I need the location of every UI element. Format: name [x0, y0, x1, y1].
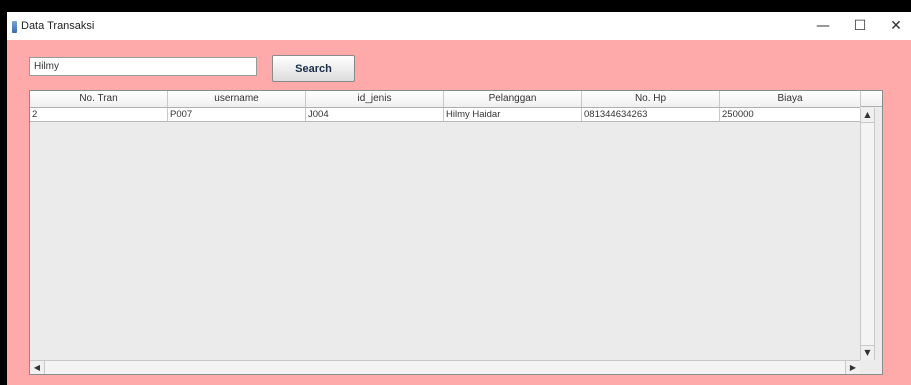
- cell-username[interactable]: P007: [168, 108, 306, 121]
- maximize-button[interactable]: ☐: [849, 18, 871, 34]
- column-header-username[interactable]: username: [168, 91, 306, 107]
- cell-biaya[interactable]: 250000: [720, 108, 860, 121]
- cell-pelanggan[interactable]: Hilmy Haidar: [444, 108, 582, 121]
- column-header-id-jenis[interactable]: id_jenis: [306, 91, 444, 107]
- content-panel: Search No. Tran username id_jenis Pelang…: [7, 40, 911, 385]
- horizontal-scroll-track[interactable]: [44, 361, 846, 374]
- header-corner: [860, 91, 882, 107]
- window-title: Data Transaksi: [21, 20, 95, 32]
- table-header: No. Tran username id_jenis Pelanggan No.…: [30, 91, 860, 108]
- app-icon: [12, 21, 17, 33]
- vertical-scroll-track[interactable]: [861, 122, 874, 346]
- scroll-left-arrow-icon[interactable]: ◀: [30, 361, 44, 374]
- column-header-no-tran[interactable]: No. Tran: [30, 91, 168, 107]
- table-row[interactable]: 2 P007 J004 Hilmy Haidar 081344634263 25…: [30, 108, 860, 122]
- transaction-table: No. Tran username id_jenis Pelanggan No.…: [29, 90, 883, 375]
- table-body: 2 P007 J004 Hilmy Haidar 081344634263 25…: [30, 108, 860, 122]
- scrollbar-corner: [860, 360, 882, 374]
- scroll-up-arrow-icon[interactable]: ▲: [861, 108, 874, 122]
- data-transaksi-window: Data Transaksi — ☐ ✕ Search No. Tran use…: [7, 12, 911, 385]
- horizontal-scrollbar[interactable]: ◀ ▶: [30, 360, 860, 374]
- cell-no-tran[interactable]: 2: [30, 108, 168, 121]
- close-button[interactable]: ✕: [885, 18, 907, 34]
- title-bar[interactable]: Data Transaksi — ☐ ✕: [7, 12, 911, 40]
- cell-no-hp[interactable]: 081344634263: [582, 108, 720, 121]
- search-input[interactable]: [29, 57, 257, 76]
- vertical-scrollbar[interactable]: ▲ ▼: [860, 108, 875, 360]
- minimize-button[interactable]: —: [812, 18, 834, 34]
- scroll-right-arrow-icon[interactable]: ▶: [846, 361, 860, 374]
- cell-id-jenis[interactable]: J004: [306, 108, 444, 121]
- column-header-pelanggan[interactable]: Pelanggan: [444, 91, 582, 107]
- search-button[interactable]: Search: [272, 55, 355, 82]
- scroll-down-arrow-icon[interactable]: ▼: [861, 346, 874, 360]
- column-header-no-hp[interactable]: No. Hp: [582, 91, 720, 107]
- column-header-biaya[interactable]: Biaya: [720, 91, 860, 107]
